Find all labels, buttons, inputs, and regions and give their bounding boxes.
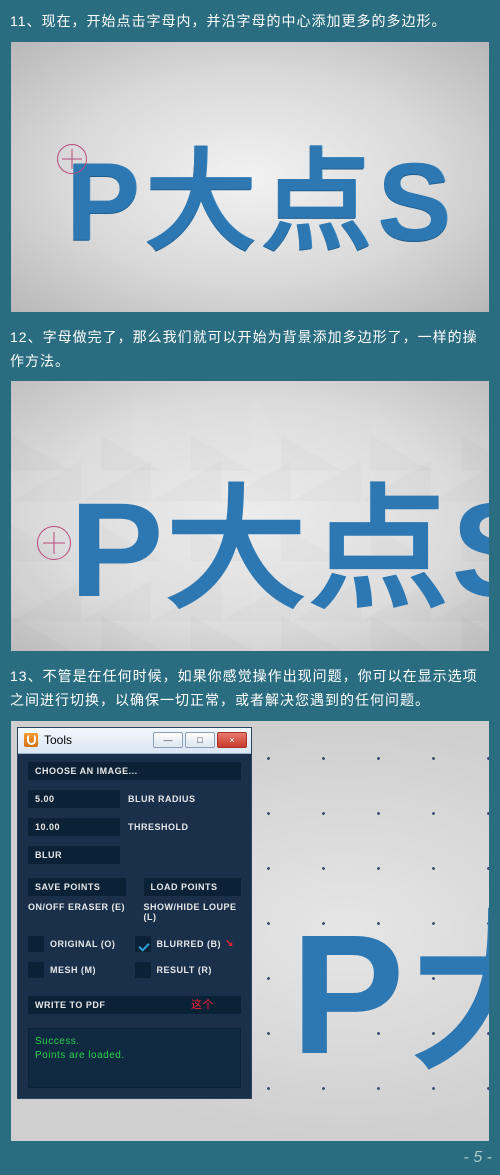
- checkbox-icon: [28, 936, 44, 952]
- blur-radius-input[interactable]: 5.00: [28, 790, 120, 808]
- original-toggle[interactable]: ORIGINAL (O): [28, 936, 135, 952]
- window-maximize-button[interactable]: □: [185, 732, 215, 748]
- step-13-text: 13、不管是在任何时候，如果你感觉操作出现问题，你可以在显示选项之间进行切换，以…: [0, 655, 500, 721]
- mesh-toggle[interactable]: MESH (M): [28, 962, 135, 978]
- checkbox-icon: [135, 962, 151, 978]
- save-points-button[interactable]: SAVE POINTS: [28, 878, 126, 896]
- load-points-button[interactable]: LOAD POINTS: [144, 878, 242, 896]
- status-console: Success. Points are loaded.: [28, 1028, 241, 1088]
- step-11-text: 11、现在，开始点击字母内，并沿字母的中心添加更多的多边形。: [0, 0, 500, 42]
- blur-radius-label: BLUR RADIUS: [128, 794, 196, 804]
- step-12-text: 12、字母做完了，那么我们就可以开始为背景添加多边形了，一样的操作方法。: [0, 316, 500, 382]
- checkbox-icon: [135, 936, 151, 952]
- logo-text: P大点S: [66, 112, 457, 272]
- crosshair-cursor-icon: [57, 144, 87, 174]
- blur-button[interactable]: BLUR: [28, 846, 120, 864]
- figure-11: P大点S: [11, 42, 489, 312]
- arrow-icon: ↘: [225, 938, 234, 949]
- result-toggle[interactable]: RESULT (R): [135, 962, 242, 978]
- eraser-toggle-label: ON/OFF ERASER (E): [28, 902, 126, 922]
- loupe-toggle-label: SHOW/HIDE LOUPE (L): [144, 902, 242, 922]
- window-minimize-button[interactable]: —: [153, 732, 183, 748]
- threshold-input[interactable]: 10.00: [28, 818, 120, 836]
- annotation-text: 这个: [191, 996, 214, 1012]
- status-line: Success.: [35, 1035, 234, 1049]
- blurred-toggle[interactable]: BLURRED (B)↘: [135, 936, 242, 952]
- window-title: Tools: [44, 733, 153, 747]
- window-titlebar[interactable]: Tools — □ ×: [18, 728, 251, 754]
- logo-text-large: P大点S: [291, 856, 489, 1102]
- status-line: Points are loaded.: [35, 1049, 234, 1063]
- page-number: - 5 -: [0, 1145, 500, 1175]
- threshold-label: THRESHOLD: [128, 822, 189, 832]
- logo-text: P大点S: [70, 441, 489, 635]
- java-icon: [24, 733, 38, 747]
- window-close-button[interactable]: ×: [217, 732, 247, 748]
- checkbox-icon: [28, 962, 44, 978]
- tools-window: Tools — □ × CHOOSE AN IMAGE... 5.00 BLUR…: [17, 727, 252, 1099]
- choose-image-button[interactable]: CHOOSE AN IMAGE...: [28, 762, 241, 780]
- figure-13: P大点S Tools — □ × CHOOSE AN IMAGE... 5.00…: [11, 721, 489, 1141]
- figure-12: P大点S: [11, 381, 489, 651]
